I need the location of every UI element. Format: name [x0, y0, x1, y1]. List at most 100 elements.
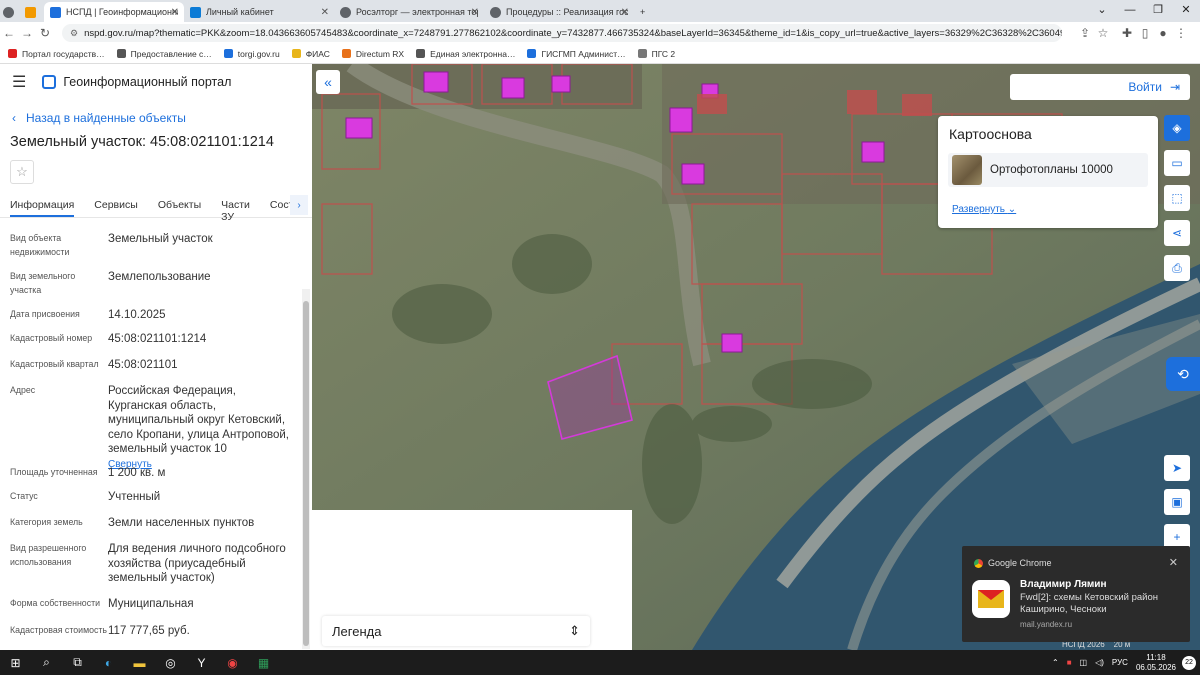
- tabs-scroll-right-button[interactable]: ›: [290, 195, 308, 215]
- notification-center-badge[interactable]: 22: [1182, 655, 1196, 670]
- bookmark-1[interactable]: Портал государств…: [8, 49, 105, 59]
- app-name: Google Chrome: [988, 558, 1052, 568]
- minimize-icon[interactable]: —: [1116, 0, 1144, 20]
- excel-button[interactable]: ▦: [248, 650, 279, 675]
- menu-icon[interactable]: ⋮: [1172, 26, 1190, 40]
- notification-app: Google Chrome: [974, 558, 1052, 568]
- attr-key: Форма собственности: [10, 598, 101, 608]
- close-icon[interactable]: ✕: [171, 7, 179, 18]
- attr-key: Кадастровый квартал: [10, 359, 99, 369]
- attr-row: Вид земельного участка Землепользование: [10, 270, 302, 297]
- tab-roseltorg[interactable]: Росэлторг — электронная торг…✕: [334, 2, 484, 22]
- close-icon[interactable]: ✕: [471, 7, 479, 18]
- maximize-icon[interactable]: ❐: [1144, 0, 1172, 20]
- start-button[interactable]: ⊞: [0, 650, 31, 675]
- attr-row: Адрес Российская Федерация, Курганская об…: [10, 384, 302, 472]
- volume-icon[interactable]: ◁): [1095, 658, 1104, 667]
- bookmark-3[interactable]: torgi.gov.ru: [223, 48, 280, 59]
- search-button[interactable]: ⌕: [31, 650, 62, 675]
- notification-sender: Владимир Лямин: [1020, 579, 1107, 590]
- system-tray: ⌃ ■ ◫ ◁) РУС 11:18 06.05.2026 22: [1052, 650, 1200, 675]
- minimap-button[interactable]: ▣: [1164, 489, 1190, 515]
- close-icon[interactable]: ✕: [621, 7, 629, 18]
- chrome-button[interactable]: ◉: [217, 650, 248, 675]
- tray-app-icon[interactable]: ■: [1067, 658, 1072, 667]
- attr-row: Категория земель Земли населенных пунктов: [10, 516, 302, 531]
- object-title: Земельный участок: 45:08:021101:1214: [10, 134, 274, 150]
- url-field[interactable]: ⚙ nspd.gov.ru/map?thematic=PKK&zoom=18.04…: [62, 24, 1062, 42]
- chrome-notification[interactable]: Google Chrome ✕ Владимир Лямин Fwd[2]: с…: [962, 546, 1190, 642]
- bookmark-star-icon[interactable]: ☆: [1094, 26, 1112, 40]
- chrome-icon: ◉: [227, 655, 238, 670]
- login-icon: ⇥: [1169, 80, 1180, 94]
- measure-tool-button[interactable]: ▭: [1164, 150, 1190, 176]
- bookmark-label: ПГС 2: [651, 48, 676, 59]
- map-action-button[interactable]: ⟲: [1166, 357, 1200, 391]
- favorite-star-button[interactable]: ☆: [10, 160, 34, 184]
- bookmark-label: torgi.gov.ru: [237, 48, 280, 59]
- bookmark-5[interactable]: Directum RX: [341, 49, 404, 59]
- tray-chevron-icon[interactable]: ⌃: [1052, 658, 1059, 667]
- tab-nspd[interactable]: НСПД | Геоинформационный п…✕: [44, 2, 184, 22]
- bookmark-8[interactable]: ПГС 2: [637, 48, 676, 59]
- bookmark-2[interactable]: Предоставление с…: [116, 49, 212, 59]
- extensions-icon[interactable]: ✚: [1118, 26, 1136, 40]
- chevron-right-icon: ›: [297, 199, 301, 211]
- site-info-icon[interactable]: ⚙: [70, 28, 78, 39]
- collapse-panel-button[interactable]: «: [316, 70, 340, 94]
- legend-dropdown[interactable]: Легенда ⇕: [322, 616, 590, 646]
- forward-arrow-icon[interactable]: →: [18, 26, 36, 40]
- tab-pinned-1[interactable]: [0, 2, 22, 22]
- attr-key: Кадастровая стоимость: [10, 625, 108, 635]
- tab-parts[interactable]: Части ЗУ: [221, 196, 250, 223]
- attr-value: Земли населенных пунктов: [108, 517, 255, 529]
- scrollbar-thumb[interactable]: [303, 301, 309, 646]
- login-button[interactable]: Войти ⇥: [1010, 74, 1190, 100]
- close-icon[interactable]: ✕: [321, 7, 329, 18]
- locate-button[interactable]: ➤: [1164, 455, 1190, 481]
- attr-row: Форма собственности Муниципальная: [10, 597, 302, 612]
- tab-pinned-2[interactable]: [22, 2, 44, 22]
- app-button[interactable]: ◎: [155, 650, 186, 675]
- profile-icon[interactable]: ●: [1154, 26, 1172, 40]
- basemap-layer-item[interactable]: Ортофотопланы 10000: [948, 153, 1148, 187]
- task-view-button[interactable]: ⧉: [62, 650, 93, 675]
- tab-cabinet[interactable]: Личный кабинет ✕: [184, 2, 334, 22]
- keyboard-language[interactable]: РУС: [1112, 658, 1128, 667]
- layers-tool-button[interactable]: ◈: [1164, 115, 1190, 141]
- close-icon[interactable]: ✕: [1169, 556, 1178, 569]
- select-tool-button[interactable]: ⬚: [1164, 185, 1190, 211]
- window-close-icon[interactable]: ✕: [1172, 0, 1200, 20]
- back-to-results-link[interactable]: ‹ Назад в найденные объекты: [0, 108, 312, 128]
- folder-icon: ▬: [133, 655, 146, 670]
- attr-row: Статус Учтенный: [10, 490, 302, 505]
- edge-button[interactable]: ◐: [93, 650, 124, 675]
- hamburger-menu-icon[interactable]: ☰: [12, 72, 26, 92]
- tab-information[interactable]: Информация: [10, 196, 75, 217]
- star-icon: ☆: [16, 164, 28, 179]
- attr-key: Категория земель: [10, 517, 83, 527]
- network-icon[interactable]: ◫: [1080, 658, 1088, 667]
- share-tool-button[interactable]: ⋖: [1164, 220, 1190, 246]
- share-icon[interactable]: ⇪: [1076, 26, 1094, 40]
- clock[interactable]: 11:18 06.05.2026: [1136, 653, 1176, 673]
- tab-services[interactable]: Сервисы: [94, 196, 138, 217]
- bookmark-4[interactable]: ФИАС: [291, 49, 330, 59]
- back-label: Назад в найденные объекты: [26, 111, 186, 125]
- tab-objects[interactable]: Объекты: [158, 196, 201, 217]
- print-tool-button[interactable]: ⎙: [1164, 255, 1190, 281]
- back-arrow-icon[interactable]: ←: [0, 26, 18, 40]
- tab-label: Росэлторг — электронная торг…: [356, 7, 478, 17]
- explorer-button[interactable]: ▬: [124, 650, 155, 675]
- sidebar-icon[interactable]: ▯: [1136, 26, 1154, 40]
- bookmark-7[interactable]: ГИСГМП Админист…: [527, 49, 626, 59]
- expand-link[interactable]: Развернуть ⌄: [952, 204, 1016, 215]
- panel-scrollbar[interactable]: [302, 289, 310, 649]
- reload-icon[interactable]: ↻: [36, 26, 54, 40]
- login-label: Войти: [1128, 80, 1162, 94]
- tab-search-icon[interactable]: ⌄: [1088, 0, 1116, 20]
- new-tab-button[interactable]: +: [634, 2, 658, 22]
- tab-procedures[interactable]: Процедуры :: Реализация госи…✕: [484, 2, 634, 22]
- bookmark-6[interactable]: Единая электронна…: [416, 49, 515, 59]
- yandex-button[interactable]: Y: [186, 650, 217, 675]
